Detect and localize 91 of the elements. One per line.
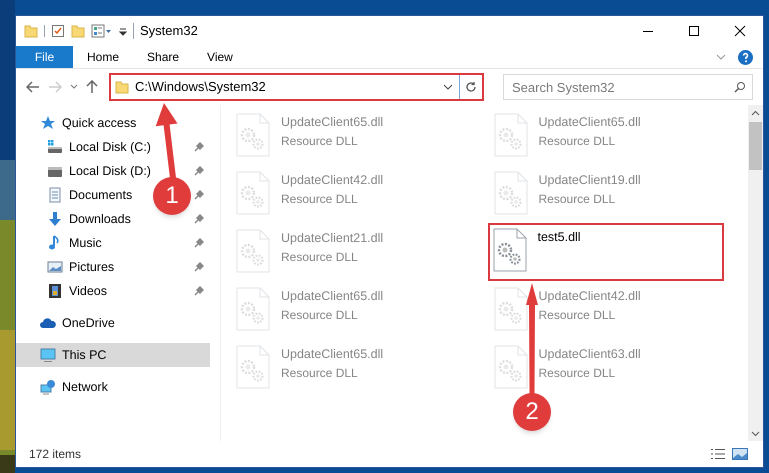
picture-icon (47, 259, 63, 275)
file-name: UpdateClient42.dll (281, 172, 384, 189)
pin-icon[interactable] (194, 238, 204, 248)
file-item[interactable]: UpdateClient42.dll Resource DLL (233, 169, 469, 217)
file-name: UpdateClient65.dll (281, 288, 384, 305)
film-icon (47, 283, 63, 299)
file-item[interactable]: UpdateClient42.dll Resource DLL (490, 285, 726, 333)
file-type: Resource DLL (538, 364, 616, 382)
file-name: UpdateClient65.dll (538, 114, 641, 131)
gear-file-icon (236, 171, 270, 215)
file-item[interactable]: UpdateClient65.dll Resource DLL (233, 343, 469, 391)
item-count: 172 items (29, 446, 82, 463)
gear-file-icon (236, 113, 270, 157)
file-name: UpdateClient42.dll (538, 288, 641, 305)
file-type: Resource DLL (281, 132, 359, 150)
details-view-icon[interactable] (710, 448, 726, 460)
download-arrow-icon (47, 211, 63, 227)
monitor-icon (40, 347, 56, 363)
thumbnails-view-icon[interactable] (732, 448, 748, 460)
up-arrow-icon[interactable] (86, 80, 98, 94)
folder-icon[interactable] (71, 24, 85, 38)
gear-file-icon (494, 171, 528, 215)
pin-icon[interactable] (194, 190, 204, 200)
file-item[interactable]: test5.dll (488, 223, 724, 281)
file-type: Resource DLL (538, 132, 616, 150)
gear-file-icon (492, 228, 526, 272)
pin-icon[interactable] (194, 214, 204, 224)
pin-icon[interactable] (194, 262, 204, 272)
help-icon[interactable] (738, 50, 753, 64)
nav-item[interactable]: OneDrive (40, 311, 115, 335)
file-item[interactable]: UpdateClient21.dll Resource DLL (233, 227, 469, 275)
file-item[interactable]: UpdateClient19.dll Resource DLL (490, 169, 726, 217)
search-icon (734, 81, 746, 93)
folder-icon (115, 80, 129, 94)
file-item[interactable]: UpdateClient65.dll Resource DLL (233, 111, 469, 159)
file-name: UpdateClient63.dll (538, 346, 641, 363)
gear-file-icon (236, 345, 270, 389)
network-icon (40, 379, 56, 395)
scroll-down-icon[interactable] (751, 431, 760, 437)
star-icon (40, 115, 56, 131)
gear-file-icon (494, 287, 528, 331)
nav-item[interactable]: Music (47, 231, 102, 255)
nav-item[interactable]: Documents (47, 183, 132, 207)
file-name: test5.dll (538, 229, 581, 246)
pin-icon[interactable] (194, 142, 204, 152)
nav-item[interactable]: Downloads (47, 207, 131, 231)
file-menu-button[interactable]: File (16, 46, 73, 68)
file-type: Resource DLL (281, 306, 359, 324)
drive-icon (47, 139, 63, 155)
gear-file-icon (236, 229, 270, 273)
chevron-down-icon[interactable] (443, 84, 453, 90)
file-item[interactable]: UpdateClient63.dll Resource DLL (490, 343, 726, 391)
back-arrow-icon[interactable] (26, 81, 40, 93)
nav-item[interactable]: Network (40, 375, 108, 399)
file-type: Resource DLL (281, 364, 359, 382)
folder-icon[interactable] (24, 24, 38, 38)
checklist-icon[interactable] (51, 24, 65, 38)
chevron-down-icon[interactable] (70, 84, 78, 90)
properties-icon[interactable] (91, 24, 113, 38)
scrollbar-thumb[interactable] (749, 122, 762, 170)
pin-icon[interactable] (194, 166, 204, 176)
file-name: UpdateClient19.dll (538, 172, 641, 189)
nav-item[interactable]: Local Disk (C:) (47, 135, 151, 159)
gear-file-icon (494, 113, 528, 157)
file-type: Resource DLL (281, 248, 359, 266)
file-item[interactable]: UpdateClient65.dll Resource DLL (233, 285, 469, 333)
file-name: UpdateClient21.dll (281, 230, 384, 247)
address-bar[interactable]: C:\Windows\System32 (109, 73, 484, 101)
gear-file-icon (236, 287, 270, 331)
file-type: Resource DLL (538, 306, 616, 324)
address-path: C:\Windows\System32 (135, 78, 266, 96)
file-item[interactable]: UpdateClient65.dll Resource DLL (490, 111, 726, 159)
pin-icon[interactable] (194, 286, 204, 296)
nav-item[interactable]: Pictures (47, 255, 114, 279)
ribbon-tab[interactable]: View (193, 46, 247, 68)
file-type: Resource DLL (538, 190, 616, 208)
scrollbar[interactable] (748, 105, 763, 441)
search-field[interactable]: Search System32 (503, 74, 753, 100)
scroll-up-icon[interactable] (751, 110, 760, 116)
nav-item[interactable]: Quick access (40, 111, 136, 135)
gear-file-icon (494, 345, 528, 389)
document-icon (47, 187, 63, 203)
refresh-icon[interactable] (465, 81, 477, 93)
file-type: Resource DLL (281, 190, 359, 208)
window-title: System32 (140, 22, 198, 40)
ribbon-tab[interactable]: Home (73, 46, 134, 68)
ribbon-tab[interactable]: Share (133, 46, 194, 68)
file-name: UpdateClient65.dll (281, 114, 384, 131)
nav-item[interactable]: Videos (47, 279, 107, 303)
nav-item[interactable]: Local Disk (D:) (47, 159, 151, 183)
file-name: UpdateClient65.dll (281, 346, 384, 363)
